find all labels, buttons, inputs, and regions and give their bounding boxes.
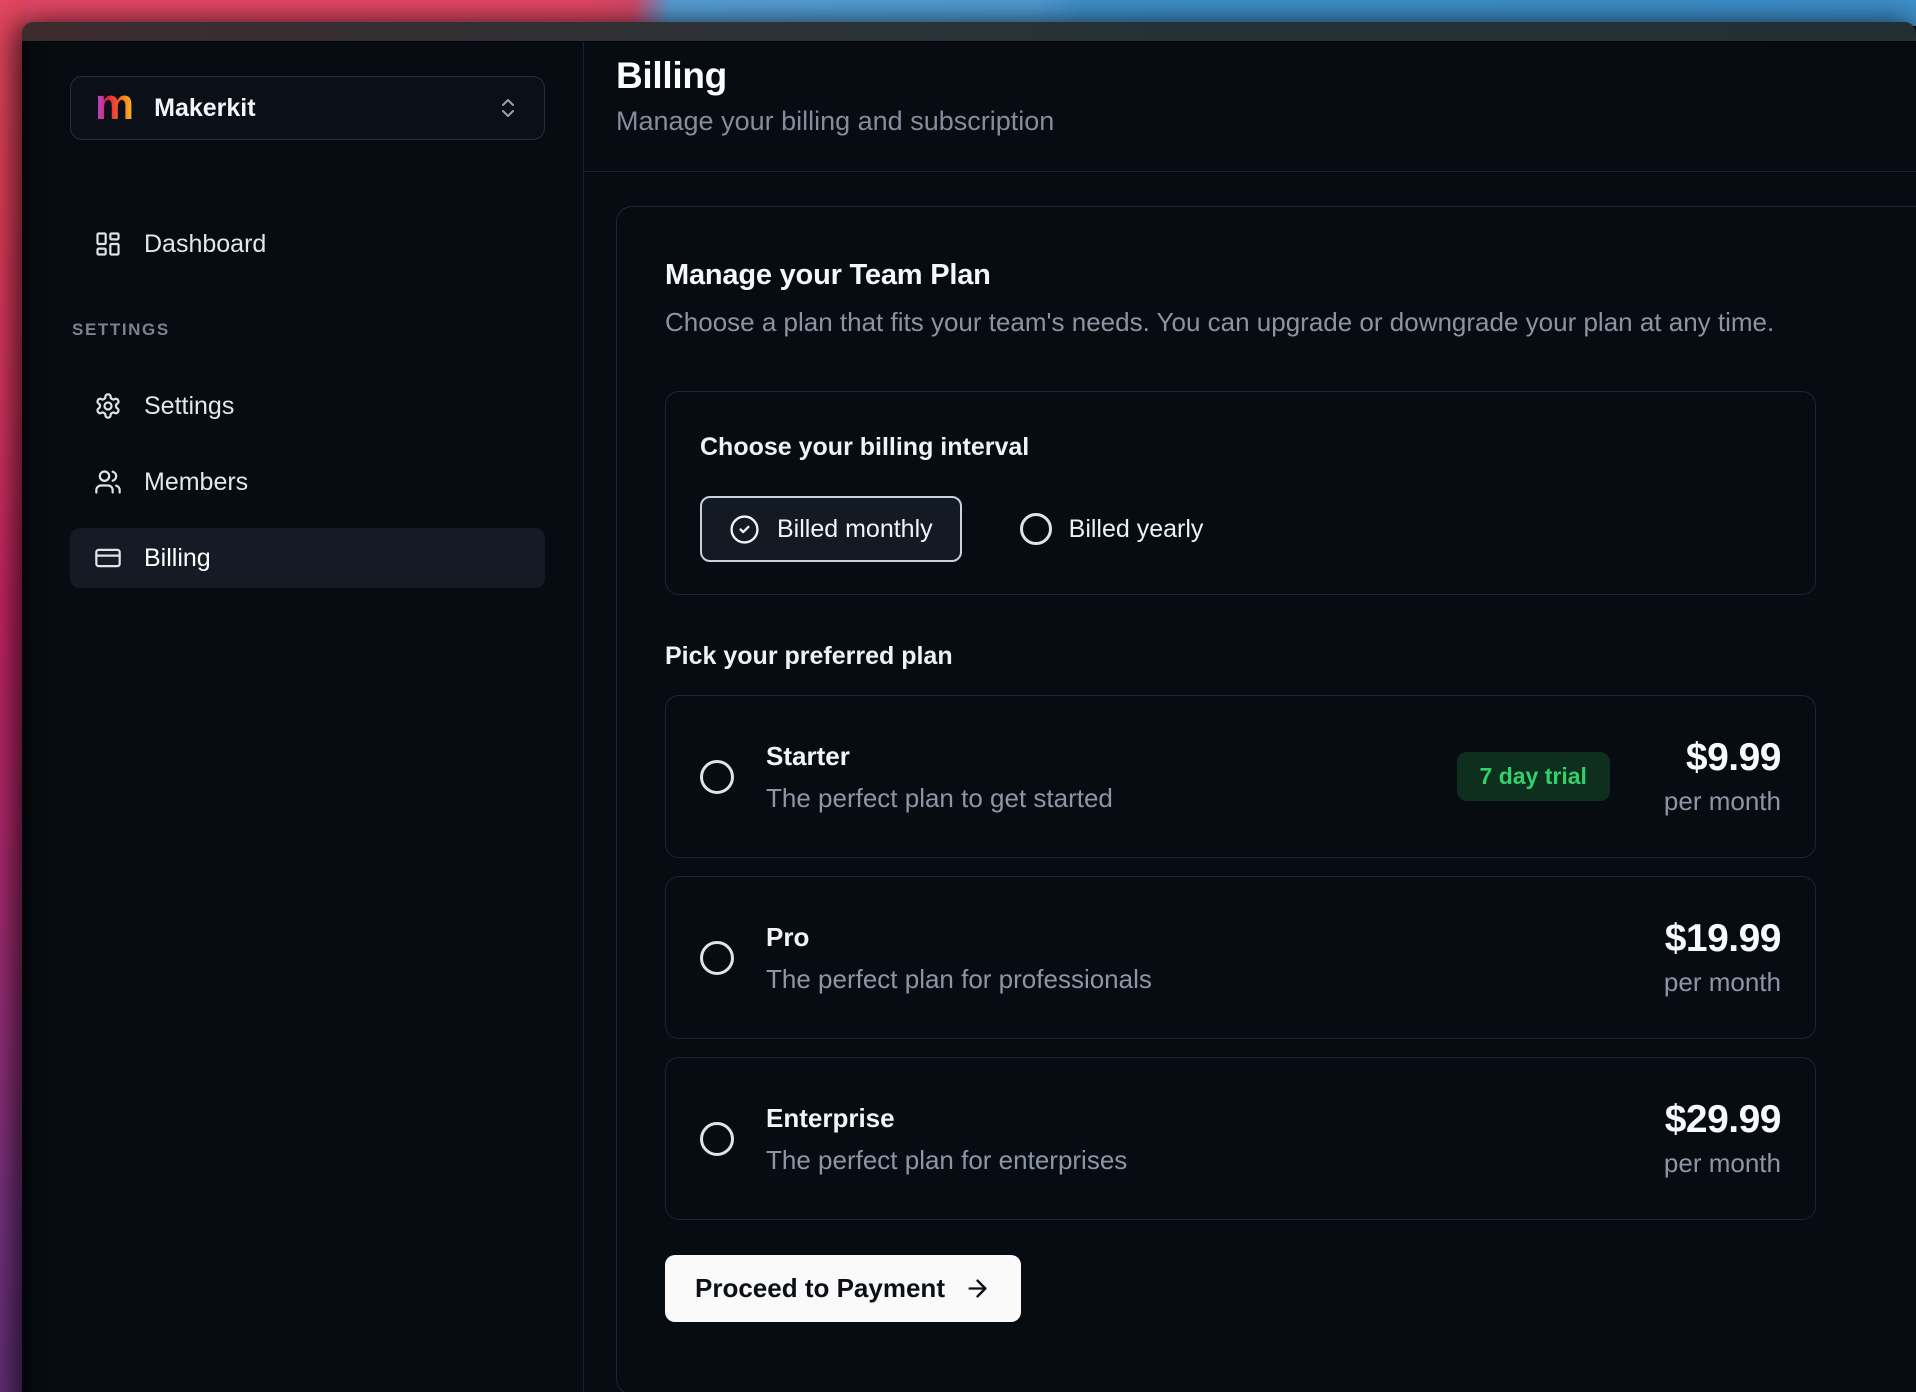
plan-description: The perfect plan to get started	[766, 782, 1113, 814]
proceed-to-payment-label: Proceed to Payment	[695, 1273, 945, 1304]
card-title: Manage your Team Plan	[665, 257, 1891, 293]
proceed-to-payment-button[interactable]: Proceed to Payment	[665, 1255, 1021, 1322]
check-circle-icon	[729, 514, 760, 545]
sidebar: m Makerkit Dashboard SETTINGS	[22, 42, 584, 1392]
users-icon	[94, 468, 122, 496]
makerkit-logo: m	[95, 83, 134, 127]
workspace-selector[interactable]: m Makerkit	[70, 76, 545, 140]
price-column: $9.99 per month	[1664, 736, 1781, 817]
plan-description: The perfect plan for professionals	[766, 963, 1152, 995]
billing-interval-box: Choose your billing interval Billed mont…	[665, 391, 1816, 595]
app-layout: m Makerkit Dashboard SETTINGS	[22, 42, 1916, 1392]
sidebar-item-billing[interactable]: Billing	[70, 528, 545, 588]
credit-card-icon	[94, 544, 122, 572]
radio-circle-icon[interactable]	[700, 941, 734, 975]
plan-period: per month	[1664, 1147, 1781, 1179]
page-header: Billing Manage your billing and subscrip…	[584, 42, 1916, 172]
plan-picker-label: Pick your preferred plan	[665, 641, 1891, 671]
main-content: Billing Manage your billing and subscrip…	[584, 42, 1916, 1392]
plan-pricing: 7 day trial $9.99 per month	[1457, 736, 1781, 817]
team-plan-card: Manage your Team Plan Choose a plan that…	[616, 206, 1916, 1392]
price-column: $29.99 per month	[1664, 1098, 1781, 1179]
plan-price: $19.99	[1664, 917, 1781, 961]
sidebar-item-label: Dashboard	[144, 230, 266, 259]
sidebar-item-label: Billing	[144, 544, 211, 573]
plan-pricing: $29.99 per month	[1664, 1098, 1781, 1179]
layout-dashboard-icon	[94, 230, 122, 258]
workspace-name: Makerkit	[154, 94, 255, 123]
page-subtitle: Manage your billing and subscription	[616, 104, 1916, 171]
plan-price: $29.99	[1664, 1098, 1781, 1142]
plan-info: Starter The perfect plan to get started	[766, 740, 1113, 814]
billing-interval-label: Choose your billing interval	[700, 432, 1781, 462]
plan-row-pro[interactable]: Pro The perfect plan for professionals $…	[665, 876, 1816, 1039]
sidebar-item-label: Members	[144, 468, 248, 497]
plan-name: Pro	[766, 921, 1152, 953]
sidebar-item-members[interactable]: Members	[70, 452, 545, 512]
billing-interval-options: Billed monthly Billed yearly	[700, 496, 1781, 562]
billed-monthly-label: Billed monthly	[777, 515, 933, 544]
sidebar-nav: Dashboard SETTINGS Settings Members	[70, 214, 545, 588]
sidebar-item-label: Settings	[144, 392, 234, 421]
card-description: Choose a plan that fits your team's need…	[665, 305, 1891, 339]
plan-name: Starter	[766, 740, 1113, 772]
sidebar-item-settings[interactable]: Settings	[70, 376, 545, 436]
gear-icon	[94, 392, 122, 420]
price-column: $19.99 per month	[1664, 917, 1781, 998]
billed-yearly-option[interactable]: Billed yearly	[1020, 513, 1204, 545]
trial-badge: 7 day trial	[1457, 752, 1610, 801]
radio-circle-icon	[1020, 513, 1052, 545]
plan-info: Pro The perfect plan for professionals	[766, 921, 1152, 995]
plan-name: Enterprise	[766, 1102, 1127, 1134]
chevrons-up-down-icon	[496, 96, 520, 120]
sidebar-item-dashboard[interactable]: Dashboard	[70, 214, 545, 274]
arrow-right-icon	[964, 1275, 991, 1302]
plan-row-starter[interactable]: Starter The perfect plan to get started …	[665, 695, 1816, 858]
plan-period: per month	[1664, 785, 1781, 817]
plan-period: per month	[1664, 966, 1781, 998]
plan-pricing: $19.99 per month	[1664, 917, 1781, 998]
sidebar-section-settings-label: SETTINGS	[72, 320, 545, 340]
plan-info: Enterprise The perfect plan for enterpri…	[766, 1102, 1127, 1176]
billed-yearly-label: Billed yearly	[1069, 515, 1204, 544]
radio-circle-icon[interactable]	[700, 1122, 734, 1156]
plan-row-enterprise[interactable]: Enterprise The perfect plan for enterpri…	[665, 1057, 1816, 1220]
billed-monthly-option[interactable]: Billed monthly	[700, 496, 962, 562]
plan-description: The perfect plan for enterprises	[766, 1144, 1127, 1176]
plan-price: $9.99	[1664, 736, 1781, 780]
window-titlebar[interactable]	[22, 22, 1916, 42]
radio-circle-icon[interactable]	[700, 760, 734, 794]
app-window: m Makerkit Dashboard SETTINGS	[22, 22, 1916, 1392]
page-title: Billing	[616, 54, 1916, 98]
